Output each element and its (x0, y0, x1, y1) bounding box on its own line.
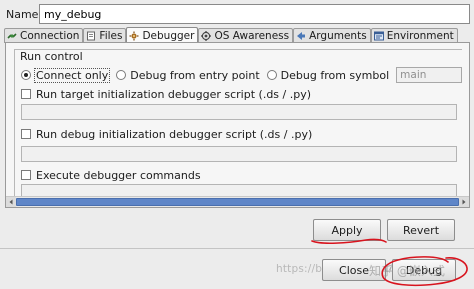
tab-label: Debugger (142, 29, 195, 42)
tab-label: Files (99, 30, 123, 42)
watermark-site: 知乎 @嵌入式 (369, 264, 445, 278)
execute-commands-label[interactable]: Execute debugger commands (36, 169, 201, 182)
debug-init-script-row: Run debug initialization debugger script… (21, 127, 312, 141)
debugger-commands-field[interactable] (21, 184, 457, 196)
debug-init-script-field[interactable] (21, 146, 457, 162)
target-init-script-checkbox[interactable] (21, 89, 31, 99)
dialog-separator (0, 248, 474, 249)
run-mode-radio-group: Connect only Debug from entry point Debu… (21, 67, 463, 83)
scroll-left-icon (9, 199, 13, 205)
execute-commands-checkbox[interactable] (21, 170, 31, 180)
os-awareness-icon (201, 31, 212, 41)
name-label: Name: (6, 8, 43, 21)
tab-connection[interactable]: Connection (4, 28, 84, 43)
tab-os-awareness[interactable]: OS Awareness (198, 28, 294, 43)
target-init-script-field[interactable] (21, 104, 457, 120)
arguments-icon (296, 31, 306, 41)
debug-from-symbol-radio[interactable] (266, 70, 277, 80)
target-init-script-row: Run target initialization debugger scrip… (21, 87, 311, 101)
scroll-left-button[interactable] (6, 197, 16, 207)
files-icon (86, 31, 96, 41)
revert-button[interactable]: Revert (387, 219, 455, 241)
scroll-right-icon (462, 199, 466, 205)
tab-files[interactable]: Files (83, 28, 127, 43)
connection-icon (7, 31, 17, 41)
tab-environment[interactable]: Environment (370, 28, 458, 43)
tab-arguments[interactable]: Arguments (293, 28, 371, 43)
tab-label: Arguments (309, 30, 367, 42)
environment-icon (373, 31, 384, 41)
debug-entry-point-label[interactable]: Debug from entry point (130, 69, 259, 82)
connect-only-label[interactable]: Connect only (33, 67, 111, 83)
scroll-right-button[interactable] (459, 197, 469, 207)
debug-init-script-checkbox[interactable] (21, 129, 31, 139)
tab-debugger[interactable]: Debugger (126, 27, 199, 43)
apply-button[interactable]: Apply (313, 219, 381, 241)
target-init-script-label[interactable]: Run target initialization debugger scrip… (36, 88, 311, 101)
run-control-title: Run control (20, 50, 83, 63)
name-input[interactable] (39, 4, 470, 24)
tab-label: Connection (20, 30, 80, 42)
debugger-icon (129, 31, 139, 41)
connect-only-radio[interactable] (21, 70, 31, 80)
tab-label: OS Awareness (214, 30, 290, 42)
horizontal-scrollbar[interactable] (6, 196, 469, 207)
debug-entry-point-radio[interactable] (116, 70, 127, 80)
symbol-field[interactable]: main (396, 67, 463, 83)
execute-commands-row: Execute debugger commands (21, 168, 201, 182)
tab-label: Environment (386, 30, 454, 42)
scrollbar-thumb[interactable] (16, 198, 459, 206)
debug-from-symbol-label[interactable]: Debug from symbol (281, 69, 390, 82)
tab-bar: Connection Files Debugger OS Awareness A… (4, 27, 470, 43)
debug-init-script-label[interactable]: Run debug initialization debugger script… (36, 128, 312, 141)
